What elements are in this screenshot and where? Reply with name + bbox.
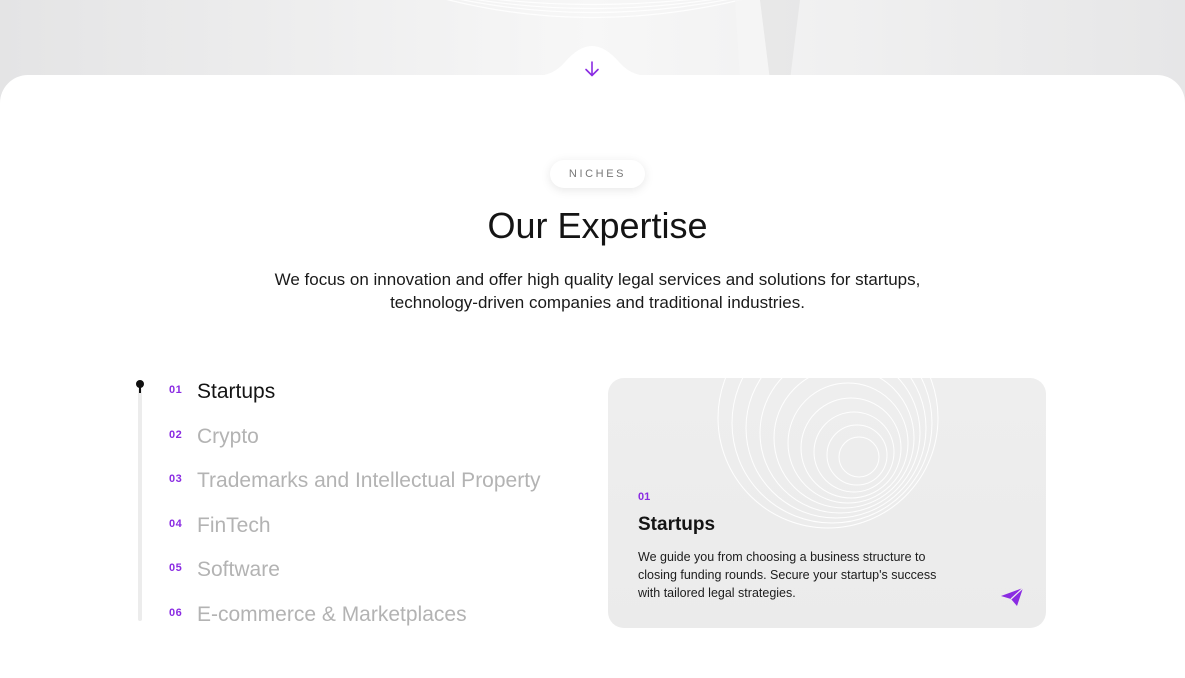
niche-number: 03	[169, 473, 183, 485]
niche-label: Startups	[197, 380, 276, 403]
niche-number: 06	[169, 607, 183, 619]
niche-number: 05	[169, 562, 183, 574]
section-title: Our Expertise	[487, 205, 708, 246]
card-number: 01	[638, 491, 651, 503]
niche-item-trademarks[interactable]: 03 Trademarks and Intellectual Property	[169, 469, 541, 499]
niche-progress-marker	[136, 380, 144, 388]
niche-item-crypto[interactable]: 02 Crypto	[169, 425, 259, 455]
section-badge: NICHES	[550, 160, 645, 188]
niche-item-ecommerce[interactable]: 06 E-commerce & Marketplaces	[169, 603, 467, 633]
niche-detail-card: 01 Startups We guide you from choosing a…	[608, 378, 1046, 628]
niche-item-fintech[interactable]: 04 FinTech	[169, 514, 271, 544]
niche-label: FinTech	[197, 514, 271, 537]
niche-number: 04	[169, 518, 183, 530]
niche-number: 01	[169, 384, 183, 396]
card-title: Startups	[638, 514, 716, 535]
arrow-down-icon[interactable]	[582, 60, 602, 80]
card-description: We guide you from choosing a business st…	[638, 550, 937, 600]
niche-item-startups[interactable]: 01 Startups	[169, 380, 275, 410]
niche-label: Crypto	[197, 425, 259, 448]
niche-label: E-commerce & Marketplaces	[197, 603, 467, 626]
niche-label: Trademarks and Intellectual Property	[197, 469, 541, 492]
niche-number: 02	[169, 429, 183, 441]
send-icon[interactable]	[1000, 587, 1024, 607]
niche-item-software[interactable]: 05 Software	[169, 558, 280, 588]
niche-progress-track	[138, 388, 142, 621]
section-subtitle: We focus on innovation and offer high qu…	[274, 270, 921, 312]
niche-label: Software	[197, 558, 280, 581]
